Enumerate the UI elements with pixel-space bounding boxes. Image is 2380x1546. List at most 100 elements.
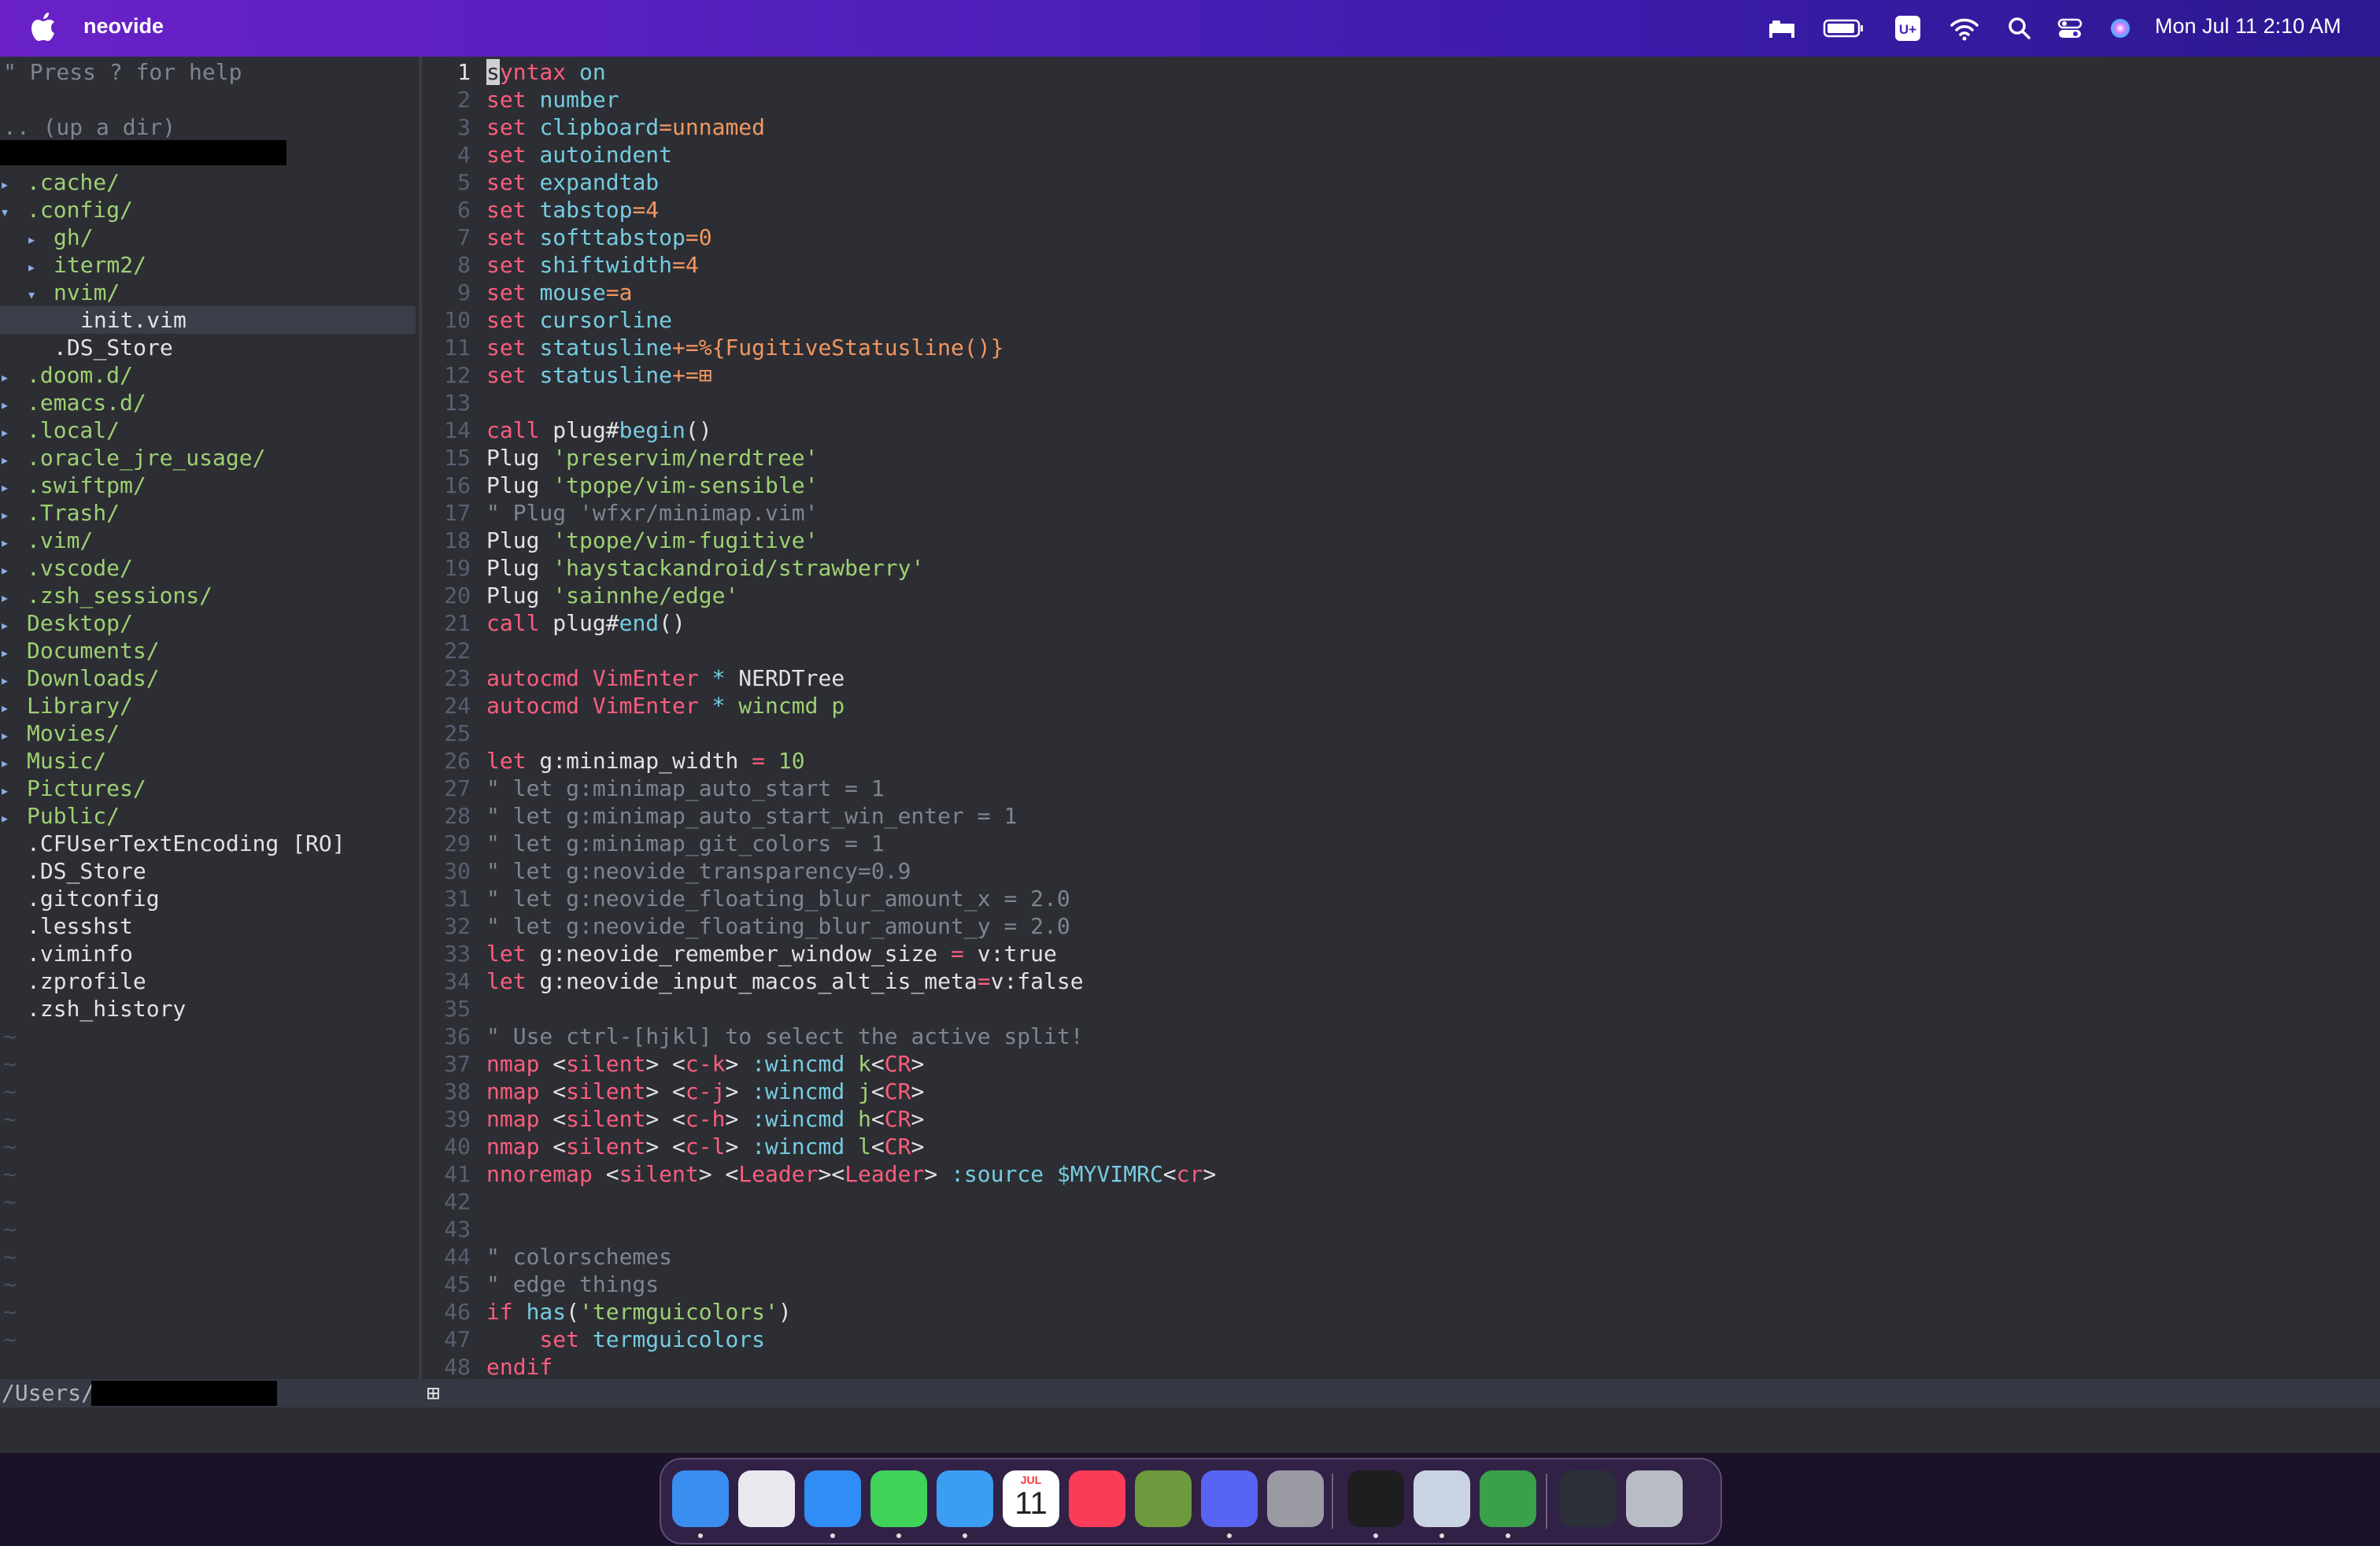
nerdtree-up-dir[interactable]: .. (up a dir) [3, 113, 176, 141]
tree-item-dir[interactable]: ▸ Library/ [0, 692, 416, 719]
tree-item-dir[interactable]: ▸ iterm2/ [0, 251, 416, 279]
launchpad-icon[interactable] [738, 1470, 795, 1527]
code-line[interactable]: 46 if has('termguicolors') [422, 1298, 791, 1326]
chevron-right-icon[interactable]: ▸ [0, 501, 27, 529]
code-line[interactable]: 2 set number [422, 86, 619, 113]
code-line[interactable]: 22 [422, 637, 486, 664]
chevron-right-icon[interactable]: ▸ [0, 639, 27, 667]
preview-icon[interactable] [1414, 1470, 1470, 1527]
chevron-right-icon[interactable]: ▸ [27, 226, 54, 253]
code-line[interactable]: 29 " let g:minimap_git_colors = 1 [422, 830, 884, 857]
terminal-icon[interactable] [1347, 1470, 1404, 1527]
chevron-right-icon[interactable]: ▸ [0, 474, 27, 501]
tree-item-dir[interactable]: ▸ Music/ [0, 747, 416, 775]
code-line[interactable]: 28 " let g:minimap_auto_start_win_enter =… [422, 802, 1017, 830]
code-line[interactable]: 36 " Use ctrl-[hjkl] to select the active… [422, 1023, 1083, 1050]
chevron-right-icon[interactable]: ▸ [0, 171, 27, 198]
tree-item-dir[interactable]: ▸ gh/ [0, 224, 416, 251]
tree-item-dir[interactable]: ▸ Public/ [0, 802, 416, 830]
code-line[interactable]: 31 " let g:neovide_floating_blur_amount_x… [422, 885, 1070, 912]
code-line[interactable]: 21 call plug#end() [422, 609, 686, 637]
code-line[interactable]: 27 " let g:minimap_auto_start = 1 [422, 775, 884, 802]
tree-item-file[interactable]: .zsh_history [0, 995, 416, 1023]
tree-item-dir[interactable]: ▸ Documents/ [0, 637, 416, 664]
discord-icon[interactable] [1201, 1470, 1258, 1527]
tree-item-file[interactable]: init.vim [0, 306, 416, 334]
code-line[interactable]: 24 autocmd VimEnter * wincmd p [422, 692, 844, 719]
code-line[interactable]: 18 Plug 'tpope/vim-fugitive' [422, 527, 818, 554]
code-line[interactable]: 10 set cursorline [422, 306, 672, 334]
code-line[interactable]: 45 " edge things [422, 1270, 659, 1298]
chevron-right-icon[interactable]: ▸ [0, 694, 27, 722]
neovide-icon[interactable] [1480, 1470, 1536, 1527]
chevron-right-icon[interactable]: ▸ [0, 749, 27, 777]
tree-item-dir[interactable]: ▾ .config/ [0, 196, 416, 224]
code-line[interactable]: 44 " colorschemes [422, 1243, 672, 1270]
tree-item-dir[interactable]: ▸ .doom.d/ [0, 361, 416, 389]
code-line[interactable]: 34 let g:neovide_input_macos_alt_is_meta=… [422, 967, 1083, 995]
tree-item-dir[interactable]: ▸ .Trash/ [0, 499, 416, 527]
tree-item-dir[interactable]: ▸ Downloads/ [0, 664, 416, 692]
nerdtree-pane[interactable]: " Press ? for help .. (up a dir) ▸ .cache… [0, 57, 419, 1379]
code-line[interactable]: 4 set autoindent [422, 141, 672, 168]
minecraft-icon[interactable] [1135, 1470, 1192, 1527]
tree-item-file[interactable]: .lesshst [0, 912, 416, 940]
tree-item-file[interactable]: .CFUserTextEncoding [RO] [0, 830, 416, 857]
code-line[interactable]: 23 autocmd VimEnter * NERDTree [422, 664, 844, 692]
chevron-right-icon[interactable]: ▸ [0, 557, 27, 584]
tree-item-dir[interactable]: ▸ .swiftpm/ [0, 472, 416, 499]
code-line[interactable]: 32 " let g:neovide_floating_blur_amount_y… [422, 912, 1070, 940]
app-menu-name[interactable]: neovide [83, 14, 164, 39]
calendar-icon[interactable]: JUL 11 [1003, 1470, 1059, 1527]
chevron-right-icon[interactable]: ▸ [0, 446, 27, 474]
tree-item-dir[interactable]: ▸ .zsh_sessions/ [0, 582, 416, 609]
tree-item-dir[interactable]: ▸ .oracle_jre_usage/ [0, 444, 416, 472]
chevron-right-icon[interactable]: ▸ [0, 612, 27, 639]
chevron-right-icon[interactable]: ▸ [0, 529, 27, 557]
tree-item-file[interactable]: .DS_Store [0, 857, 416, 885]
code-line[interactable]: 35 [422, 995, 486, 1023]
u-plus-icon[interactable]: U+ [1892, 13, 1924, 44]
command-line[interactable] [0, 1407, 2380, 1453]
messages-icon[interactable] [870, 1470, 927, 1527]
editor-pane[interactable]: 1 syntax on 2 set number 3 set clipboard=unna… [422, 57, 2380, 1380]
search-icon[interactable] [2004, 13, 2035, 44]
safari-icon[interactable] [804, 1470, 861, 1527]
chevron-right-icon[interactable]: ▸ [0, 667, 27, 694]
chevron-right-icon[interactable]: ▸ [0, 777, 27, 804]
tree-item-file[interactable]: .DS_Store [0, 334, 416, 361]
code-line[interactable]: 43 [422, 1215, 486, 1243]
chevron-down-icon[interactable]: ▾ [27, 281, 54, 309]
mail-icon[interactable] [937, 1470, 993, 1527]
code-line[interactable]: 40 nmap <silent> <c-l> :wincmd l<CR> [422, 1133, 924, 1160]
code-line[interactable]: 33 let g:neovide_remember_window_size = v… [422, 940, 1057, 967]
code-line[interactable]: 20 Plug 'sainnhe/edge' [422, 582, 738, 609]
tree-item-dir[interactable]: ▸ .vim/ [0, 527, 416, 554]
chevron-right-icon[interactable]: ▸ [0, 804, 27, 832]
tree-item-dir[interactable]: ▸ Desktop/ [0, 609, 416, 637]
battery-icon[interactable] [1823, 13, 1865, 44]
code-line[interactable]: 26 let g:minimap_width = 10 [422, 747, 804, 775]
tree-item-dir[interactable]: ▾ nvim/ [0, 279, 416, 306]
code-line[interactable]: 17 " Plug 'wfxr/minimap.vim' [422, 499, 818, 527]
music-icon[interactable] [1069, 1470, 1125, 1527]
code-line[interactable]: 1 syntax on [422, 58, 606, 86]
tree-item-dir[interactable]: ▸ Pictures/ [0, 775, 416, 802]
code-line[interactable]: 13 [422, 389, 486, 416]
chevron-down-icon[interactable]: ▾ [0, 198, 27, 226]
tree-item-file[interactable]: .viminfo [0, 940, 416, 967]
code-line[interactable]: 9 set mouse=a [422, 279, 632, 306]
chevron-right-icon[interactable]: ▸ [0, 391, 27, 419]
code-line[interactable]: 38 nmap <silent> <c-j> :wincmd j<CR> [422, 1078, 924, 1105]
tree-item-file[interactable]: .zprofile [0, 967, 416, 995]
wifi-icon[interactable] [1949, 13, 1980, 44]
tree-item-dir[interactable]: ▸ .local/ [0, 416, 416, 444]
code-line[interactable]: 14 call plug#begin() [422, 416, 711, 444]
code-line[interactable]: 30 " let g:neovide_transparency=0.9 [422, 857, 911, 885]
chevron-right-icon[interactable]: ▸ [0, 364, 27, 391]
bed-icon[interactable] [1766, 13, 1798, 44]
code-line[interactable]: 19 Plug 'haystackandroid/strawberry' [422, 554, 924, 582]
code-line[interactable]: 42 [422, 1188, 486, 1215]
menu-bar-clock[interactable]: Mon Jul 11 2:10 AM [2155, 14, 2341, 39]
code-line[interactable]: 8 set shiftwidth=4 [422, 251, 699, 279]
